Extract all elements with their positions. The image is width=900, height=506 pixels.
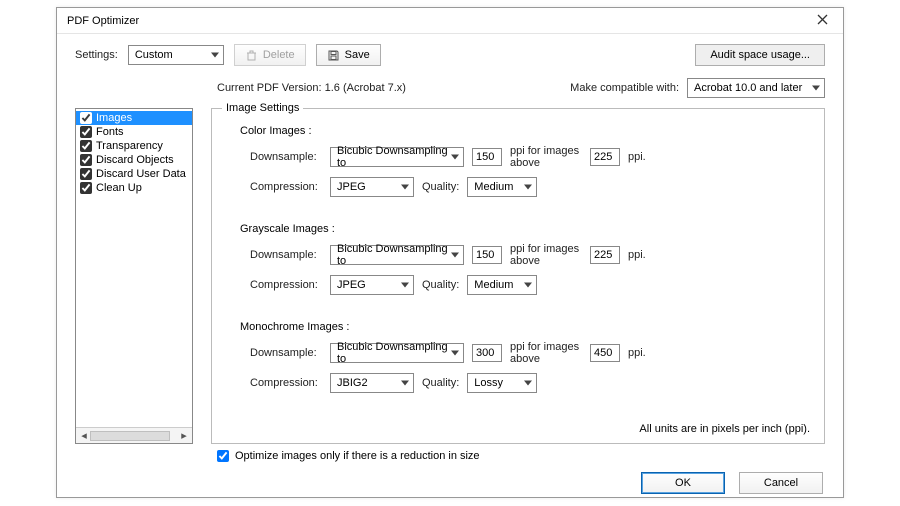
sidebar-item-label: Images xyxy=(96,112,132,124)
ppi-end-label: ppi. xyxy=(628,151,700,163)
ppi-mid-label: ppi for images above xyxy=(510,243,582,267)
save-button[interactable]: Save xyxy=(316,44,381,66)
window-title: PDF Optimizer xyxy=(63,15,807,27)
compression-label: Compression: xyxy=(250,377,322,389)
floppy-icon xyxy=(327,49,340,62)
gray-downsample-value[interactable] xyxy=(472,246,502,264)
color-compression-select[interactable]: JPEG xyxy=(330,177,414,197)
sidebar-item-fonts[interactable]: Fonts xyxy=(76,125,192,139)
ppi-end-label: ppi. xyxy=(628,249,700,261)
sidebar-check-images[interactable] xyxy=(80,112,92,124)
compat-value: Acrobat 10.0 and later xyxy=(694,82,802,94)
downsample-label: Downsample: xyxy=(250,347,322,359)
sidebar-item-discard-objects[interactable]: Discard Objects xyxy=(76,153,192,167)
dialog-footer: OK Cancel xyxy=(57,462,843,494)
gray-images-header: Grayscale Images : xyxy=(240,223,810,235)
ppi-mid-label: ppi for images above xyxy=(510,145,582,169)
optimize-only-checkbox[interactable] xyxy=(217,450,229,462)
quality-label: Quality: xyxy=(422,377,459,389)
sidebar-check-discard-user-data[interactable] xyxy=(80,168,92,180)
downsample-label: Downsample: xyxy=(250,151,322,163)
compat-select[interactable]: Acrobat 10.0 and later xyxy=(687,78,825,98)
gray-downsample-row: Downsample: Bicubic Downsampling to ppi … xyxy=(250,243,810,267)
scroll-left-icon[interactable]: ◂ xyxy=(78,430,90,442)
quality-label: Quality: xyxy=(422,181,459,193)
compression-label: Compression: xyxy=(250,181,322,193)
color-quality-select[interactable]: Medium xyxy=(467,177,537,197)
toolbar: Settings: Custom Delete Save Audit space… xyxy=(57,34,843,72)
gray-quality-select[interactable]: Medium xyxy=(467,275,537,295)
scroll-right-icon[interactable]: ▸ xyxy=(178,430,190,442)
mono-quality-select[interactable]: Lossy xyxy=(467,373,537,393)
gray-above-value[interactable] xyxy=(590,246,620,264)
category-list[interactable]: Images Fonts Transparency Discard Object… xyxy=(76,109,192,427)
sidebar-check-transparency[interactable] xyxy=(80,140,92,152)
downsample-label: Downsample: xyxy=(250,249,322,261)
settings-value: Custom xyxy=(135,49,173,61)
sidebar-item-discard-user-data[interactable]: Discard User Data xyxy=(76,167,192,181)
panel-legend: Image Settings xyxy=(222,102,303,114)
mono-compression-row: Compression: JBIG2 Quality: Lossy xyxy=(250,373,810,393)
scroll-thumb[interactable] xyxy=(90,431,170,441)
current-version-label: Current PDF Version: 1.6 (Acrobat 7.x) xyxy=(217,82,406,94)
category-sidebar: Images Fonts Transparency Discard Object… xyxy=(75,108,193,444)
units-note: All units are in pixels per inch (ppi). xyxy=(639,423,810,435)
compat-label: Make compatible with: xyxy=(570,82,679,94)
sidebar-item-transparency[interactable]: Transparency xyxy=(76,139,192,153)
compression-label: Compression: xyxy=(250,279,322,291)
audit-button[interactable]: Audit space usage... xyxy=(695,44,825,66)
delete-label: Delete xyxy=(263,49,295,61)
version-row: Current PDF Version: 1.6 (Acrobat 7.x) M… xyxy=(57,72,843,108)
sidebar-item-clean-up[interactable]: Clean Up xyxy=(76,181,192,195)
ok-button[interactable]: OK xyxy=(641,472,725,494)
close-button[interactable] xyxy=(807,10,837,32)
sidebar-item-label: Transparency xyxy=(96,140,163,152)
color-downsample-row: Downsample: Bicubic Downsampling to ppi … xyxy=(250,145,810,169)
settings-label: Settings: xyxy=(75,49,118,61)
titlebar: PDF Optimizer xyxy=(57,8,843,34)
trash-icon xyxy=(245,49,258,62)
gray-compression-select[interactable]: JPEG xyxy=(330,275,414,295)
ppi-mid-label: ppi for images above xyxy=(510,341,582,365)
mono-downsample-value[interactable] xyxy=(472,344,502,362)
mono-compression-select[interactable]: JBIG2 xyxy=(330,373,414,393)
sidebar-check-clean-up[interactable] xyxy=(80,182,92,194)
optimize-only-row: Optimize images only if there is a reduc… xyxy=(57,448,843,462)
audit-label: Audit space usage... xyxy=(710,49,810,61)
pdf-optimizer-dialog: PDF Optimizer Settings: Custom Delete Sa… xyxy=(56,7,844,498)
mono-images-header: Monochrome Images : xyxy=(240,321,810,333)
sidebar-item-images[interactable]: Images xyxy=(76,111,192,125)
sidebar-item-label: Clean Up xyxy=(96,182,142,194)
mono-downsample-select[interactable]: Bicubic Downsampling to xyxy=(330,343,464,363)
sidebar-scrollbar[interactable]: ◂ ▸ xyxy=(76,427,192,443)
image-settings-panel: Image Settings Color Images : Downsample… xyxy=(211,108,825,444)
save-label: Save xyxy=(345,49,370,61)
cancel-button[interactable]: Cancel xyxy=(739,472,823,494)
mono-above-value[interactable] xyxy=(590,344,620,362)
delete-button[interactable]: Delete xyxy=(234,44,306,66)
quality-label: Quality: xyxy=(422,279,459,291)
color-images-header: Color Images : xyxy=(240,125,810,137)
optimize-only-label: Optimize images only if there is a reduc… xyxy=(235,450,480,462)
gray-compression-row: Compression: JPEG Quality: Medium xyxy=(250,275,810,295)
color-above-value[interactable] xyxy=(590,148,620,166)
sidebar-item-label: Discard User Data xyxy=(96,168,186,180)
close-icon xyxy=(817,14,828,25)
settings-select[interactable]: Custom xyxy=(128,45,224,65)
gray-downsample-select[interactable]: Bicubic Downsampling to xyxy=(330,245,464,265)
sidebar-check-fonts[interactable] xyxy=(80,126,92,138)
mono-downsample-row: Downsample: Bicubic Downsampling to ppi … xyxy=(250,341,810,365)
color-compression-row: Compression: JPEG Quality: Medium xyxy=(250,177,810,197)
color-downsample-value[interactable] xyxy=(472,148,502,166)
sidebar-item-label: Discard Objects xyxy=(96,154,174,166)
color-downsample-select[interactable]: Bicubic Downsampling to xyxy=(330,147,464,167)
ppi-end-label: ppi. xyxy=(628,347,700,359)
sidebar-item-label: Fonts xyxy=(96,126,124,138)
sidebar-check-discard-objects[interactable] xyxy=(80,154,92,166)
